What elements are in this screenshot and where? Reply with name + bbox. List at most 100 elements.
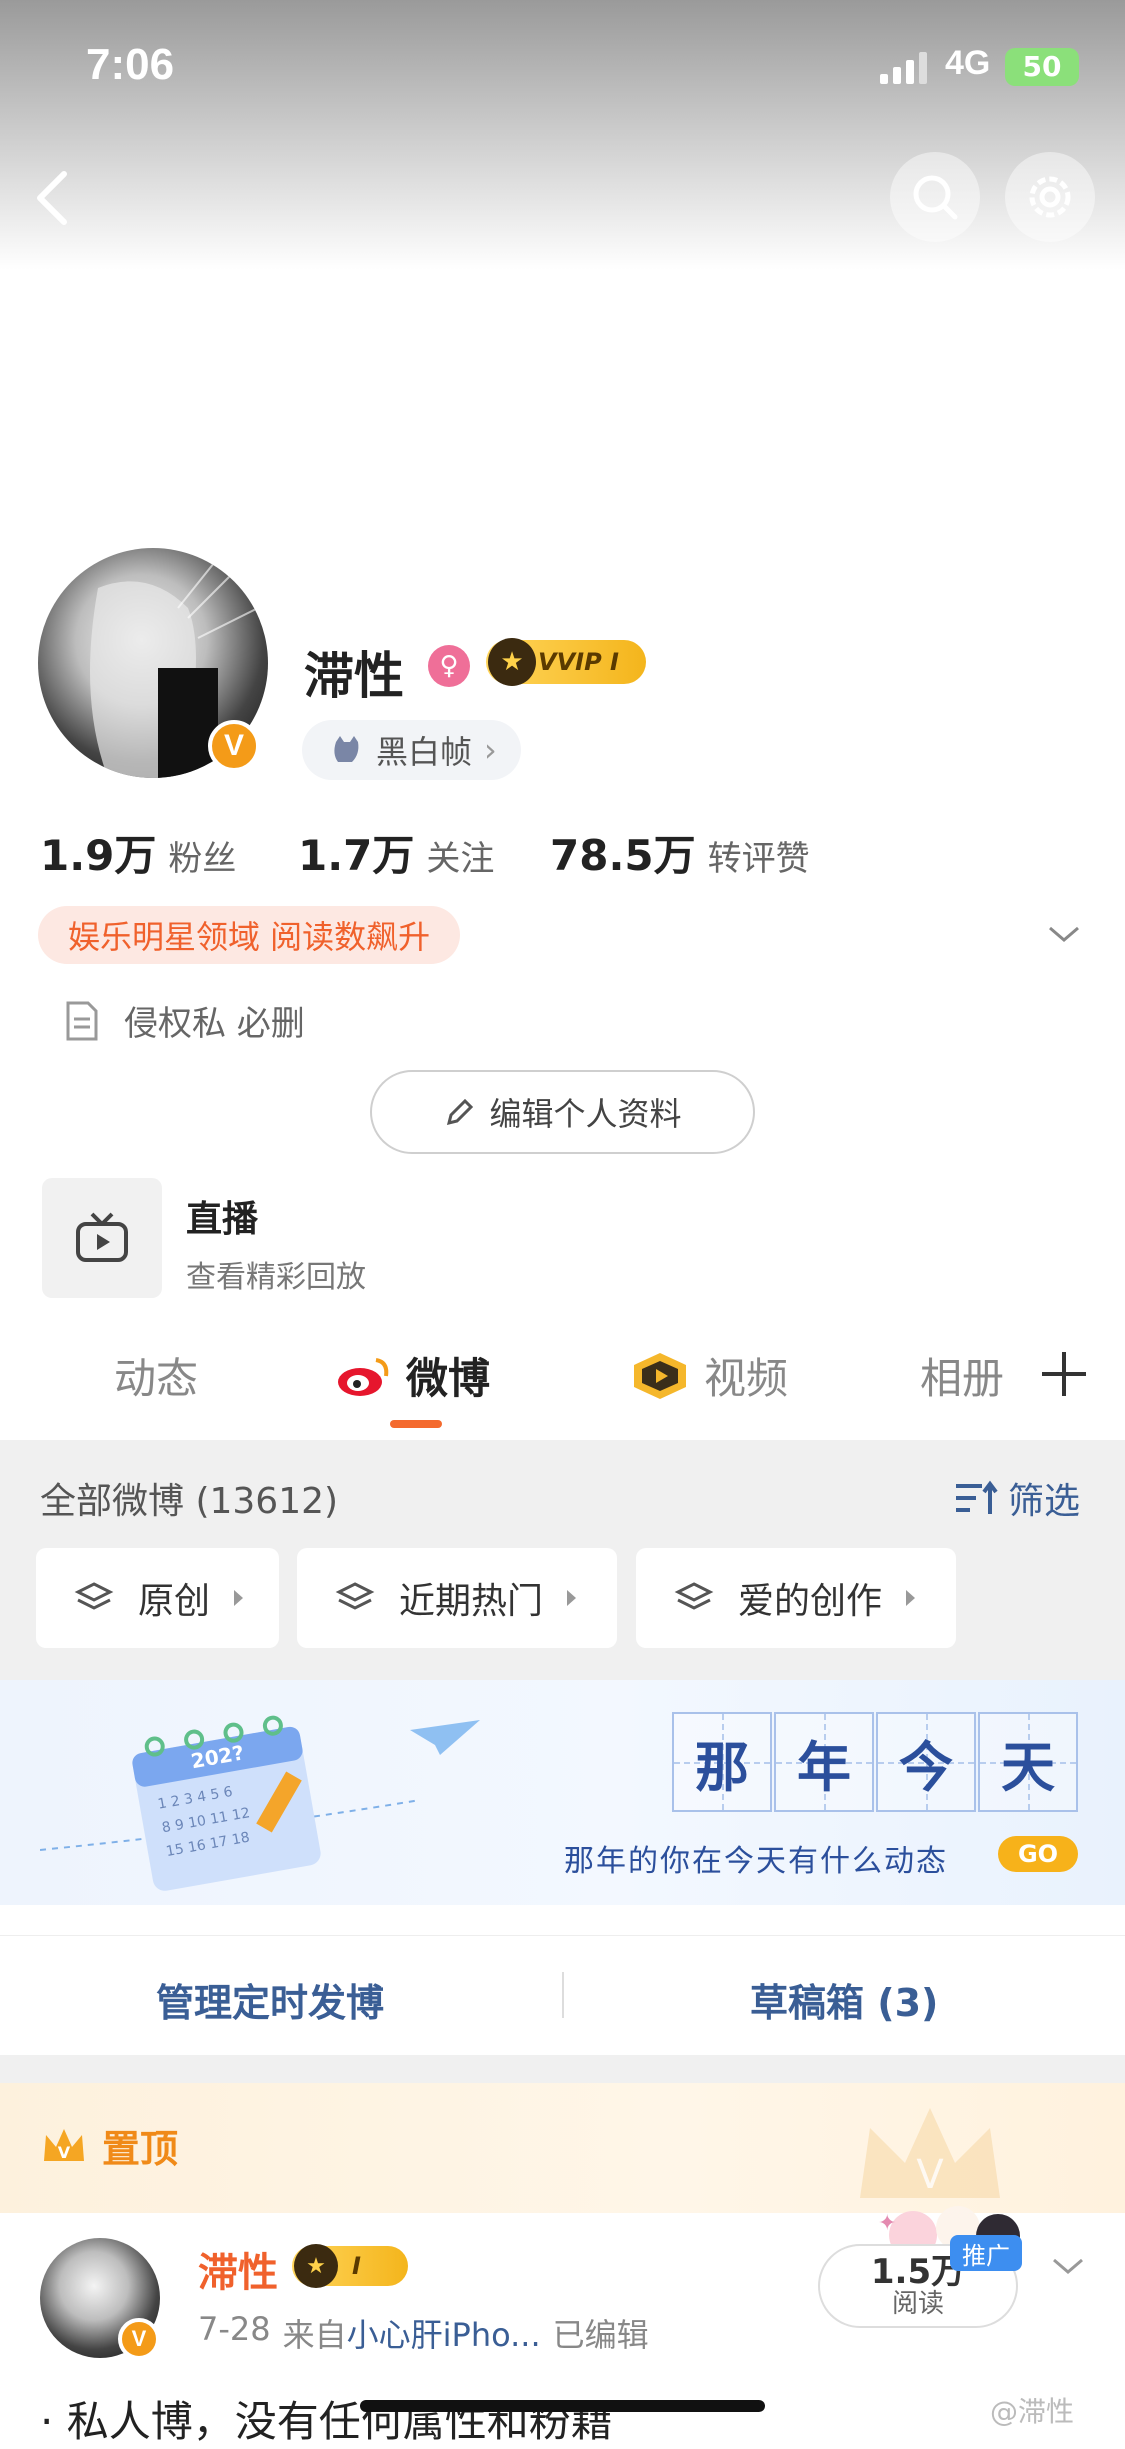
- domain-tag[interactable]: 娱乐明星领域 阅读数飙升: [38, 906, 461, 964]
- filter-pill-label: 近期热门: [399, 1581, 544, 1622]
- filter-label: 筛选: [1008, 1481, 1081, 1522]
- watermark: @滞性: [990, 2395, 1075, 2428]
- home-indicator[interactable]: [360, 2400, 765, 2412]
- gear-icon: [1029, 176, 1071, 218]
- filter-pill-original[interactable]: 原创: [36, 1548, 279, 1648]
- title-char: 那: [672, 1712, 772, 1812]
- pencil-icon: [447, 1098, 474, 1126]
- active-tab-indicator: [390, 1420, 442, 1428]
- video-icon: [634, 1352, 686, 1399]
- promote-badge[interactable]: 推广: [950, 2235, 1022, 2271]
- post-author-name[interactable]: 滞性: [198, 2240, 278, 2298]
- chevron-down-icon[interactable]: [1046, 922, 1082, 946]
- read-count-label: 阅读: [891, 2289, 944, 2319]
- title-char: 今: [876, 1712, 976, 1812]
- tv-icon: [76, 1212, 128, 1262]
- crown-icon: ★: [488, 638, 536, 686]
- stat-label: 粉丝: [168, 839, 237, 879]
- filter-pill-label: 原创: [138, 1581, 211, 1622]
- group-chip[interactable]: 黑白帧 ›: [302, 720, 521, 780]
- edit-profile-button[interactable]: 编辑个人资料: [370, 1070, 755, 1154]
- stat-label: 关注: [426, 839, 495, 879]
- go-button[interactable]: GO: [998, 1836, 1078, 1872]
- divider: [562, 1972, 564, 2018]
- title-char: 年: [774, 1712, 874, 1812]
- layers-icon: [335, 1582, 375, 1610]
- bio-text: 侵权私 必删: [124, 1004, 305, 1044]
- live-entry[interactable]: [42, 1178, 162, 1298]
- tab-label: 相册: [920, 1354, 1005, 1403]
- caret-right-icon: [567, 1590, 577, 1606]
- pinned-label: V 置顶: [40, 2118, 178, 2173]
- caret-right-icon: [234, 1590, 244, 1606]
- vip-level: I: [352, 2252, 361, 2280]
- stat-fans[interactable]: 1.9万 粉丝: [40, 822, 236, 883]
- caret-right-icon: [906, 1590, 916, 1606]
- verified-badge: V: [118, 2318, 160, 2360]
- signal-icon: [880, 52, 927, 84]
- live-subtitle: 查看精彩回放: [186, 1260, 366, 1295]
- crown-icon: V: [44, 2128, 84, 2162]
- female-gender-icon: ♀: [428, 645, 470, 687]
- tab-video[interactable]: 视频: [630, 1345, 788, 1406]
- chevron-down-icon[interactable]: [1050, 2254, 1086, 2278]
- weibo-logo-icon: [338, 1357, 389, 1396]
- svg-text:✦: ✦: [878, 2211, 896, 2236]
- filter-sort-icon: [956, 1480, 998, 1514]
- add-tab-plus-icon[interactable]: [1040, 1350, 1088, 1398]
- stat-value: 1.9万: [40, 831, 157, 880]
- section-gap: [0, 2055, 1125, 2083]
- stat-label: 转评赞: [707, 839, 810, 879]
- live-title[interactable]: 直播: [186, 1190, 258, 1242]
- on-this-day-title: 那 年 今 天: [672, 1712, 1080, 1812]
- post-date: 7-28: [198, 2310, 271, 2348]
- cat-icon: [334, 736, 359, 762]
- title-char: 天: [978, 1712, 1078, 1812]
- group-chip-label: 黑白帧: [376, 733, 473, 771]
- post-meta: 7-28 来自小心肝iPho... 已编辑: [198, 2310, 649, 2356]
- search-icon: [913, 175, 958, 220]
- stat-interactions[interactable]: 78.5万 转评赞: [550, 822, 810, 883]
- drafts-button[interactable]: 草稿箱 (3): [750, 1972, 938, 2027]
- post-vip-badge: ★ I: [292, 2244, 408, 2288]
- scheduled-posts-button[interactable]: 管理定时发博: [156, 1972, 384, 2027]
- tab-label: 微博: [406, 1354, 491, 1403]
- edit-profile-label: 编辑个人资料: [489, 1095, 682, 1133]
- layers-icon: [74, 1582, 114, 1610]
- vip-label: VVIP I: [538, 648, 619, 676]
- filter-button[interactable]: 筛选: [954, 1472, 1080, 1524]
- battery-indicator: 50: [1005, 48, 1079, 86]
- svg-text:V: V: [58, 2143, 71, 2162]
- post-source[interactable]: 小心肝iPho...: [347, 2316, 541, 2354]
- settings-button[interactable]: [1005, 152, 1095, 242]
- stat-following[interactable]: 1.7万 关注: [298, 822, 494, 883]
- search-button[interactable]: [890, 152, 980, 242]
- tab-album[interactable]: 相册: [920, 1345, 1004, 1406]
- status-time: 7:06: [86, 40, 175, 89]
- layers-icon: [674, 1582, 714, 1610]
- verified-badge: V: [208, 720, 260, 772]
- post-source-prefix: 来自: [282, 2316, 347, 2354]
- tab-dynamic[interactable]: 动态: [114, 1345, 198, 1406]
- tab-weibo[interactable]: 微博: [336, 1345, 490, 1406]
- calendar-illustration-icon: 202? 1 2 3 4 5 6 8 9 10 11 12 15 16 17 1…: [40, 1715, 480, 1891]
- tab-label: 视频: [704, 1354, 789, 1403]
- tab-label: 动态: [114, 1354, 199, 1403]
- filter-pill-label: 爱的创作: [738, 1581, 883, 1622]
- stat-value: 78.5万: [550, 831, 696, 880]
- post-edited: 已编辑: [552, 2316, 649, 2354]
- all-weibo-count: 全部微博 (13612): [40, 1481, 339, 1522]
- back-arrow-icon[interactable]: [32, 168, 72, 228]
- bio-row: 侵权私 必删: [62, 996, 305, 1045]
- filter-pill-recent-hot[interactable]: 近期热门: [297, 1548, 617, 1648]
- pinned-label-text: 置顶: [102, 2127, 179, 2171]
- vip-badge[interactable]: ★ VVIP I: [486, 638, 646, 686]
- filter-pill-creations[interactable]: 爱的创作: [636, 1548, 956, 1648]
- document-icon: [66, 1001, 98, 1040]
- network-type: 4G: [945, 44, 991, 82]
- on-this-day-subtitle: 那年的你在今天有什么动态: [564, 1844, 948, 1879]
- crown-icon: ★: [294, 2244, 338, 2288]
- chevron-right-icon: ›: [484, 731, 497, 769]
- post-text: · 私人博，没有任何属性和粉籍: [40, 2397, 613, 2446]
- stat-value: 1.7万: [298, 831, 415, 880]
